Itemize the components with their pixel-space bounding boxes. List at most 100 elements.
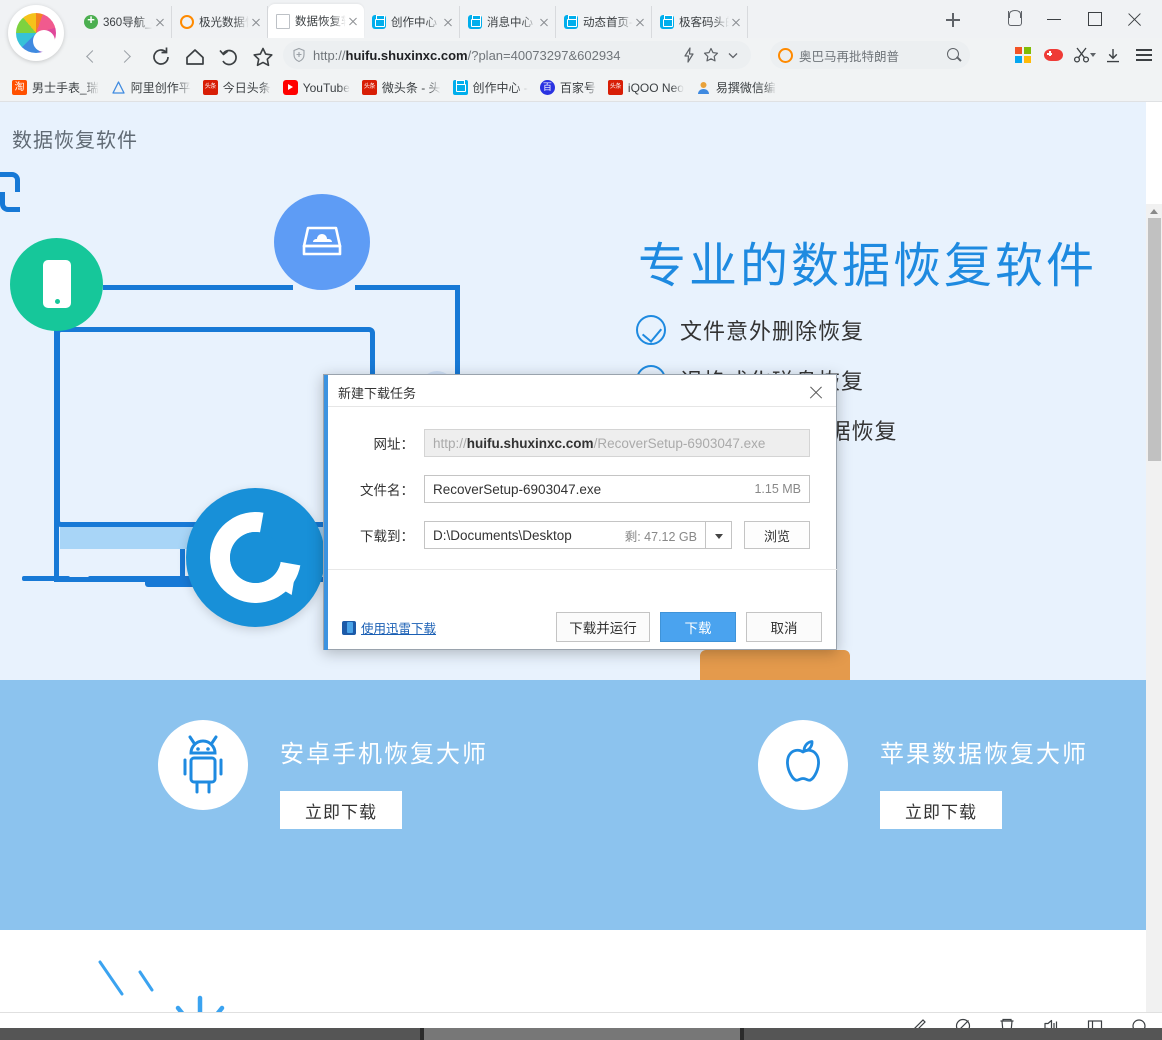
address-bar-actions (679, 45, 743, 65)
lightning-icon[interactable] (679, 45, 699, 65)
download-button[interactable]: 下载 (660, 612, 736, 642)
platform-title: 苹果数据恢复大师 (880, 734, 1088, 769)
bilibili-icon (453, 80, 468, 95)
bookmark-label: iQOO Neo (628, 81, 684, 95)
page-scrollbar[interactable] (1146, 204, 1162, 1040)
apple-icon (758, 720, 848, 810)
chevron-down-icon[interactable] (1090, 53, 1096, 57)
back-button[interactable] (78, 44, 106, 70)
bookmark-2[interactable]: 今日头条 (197, 77, 277, 99)
tab-4[interactable]: 消息中心 - 哔 (460, 6, 556, 38)
bookmark-8[interactable]: 易撰微信编 (690, 77, 782, 99)
tab-close-icon[interactable] (537, 15, 551, 29)
saveto-dropdown-button[interactable] (706, 521, 732, 549)
download-and-run-button[interactable]: 下载并运行 (556, 612, 650, 642)
toutiao-icon (203, 80, 218, 95)
search-box[interactable]: 奥巴马再批特朗普 (770, 41, 970, 69)
bookmark-label: 易撰微信编 (716, 79, 776, 96)
platform-download-button[interactable]: 立即下载 (880, 791, 1002, 829)
tab-title: 极客码头的个 (679, 14, 729, 30)
scroll-up-button[interactable] (1146, 204, 1162, 218)
site-favicon-icon (84, 15, 98, 29)
saveto-value: D:\Documents\Desktop (433, 528, 572, 543)
dialog-footer: 使用迅雷下载 下载并运行 下载 取消 (324, 604, 836, 650)
apps-grid-icon[interactable] (1008, 41, 1038, 69)
saveto-label: 下载到： (324, 525, 424, 545)
browser-chrome: 360导航_— 极光数据恢复 数据恢复软件 创作中心 - 哔 消息中心 - 哔 (0, 0, 1162, 102)
new-tab-button[interactable] (941, 9, 965, 31)
home-icon[interactable] (182, 44, 208, 70)
url-input[interactable]: http://huifu.shuxinxc.com/RecoverSetup-6… (424, 429, 810, 457)
tab-close-icon[interactable] (729, 15, 743, 29)
tab-5[interactable]: 动态首页-哔哩 (556, 6, 652, 38)
phone-badge-icon (10, 238, 103, 331)
tab-2-active[interactable]: 数据恢复软件 (268, 4, 364, 38)
filename-label: 文件名： (324, 479, 424, 499)
bookmark-3[interactable]: YouTube (277, 77, 356, 99)
toutiao-icon (608, 80, 623, 95)
maximize-button[interactable] (1074, 0, 1114, 38)
tab-close-icon[interactable] (153, 15, 167, 29)
tab-title: 360导航_— (103, 14, 153, 30)
star-icon[interactable] (250, 44, 276, 70)
saveto-input[interactable]: D:\Documents\Desktop 剩: 47.12 GB (424, 521, 706, 549)
gamepad-icon[interactable] (1038, 41, 1068, 69)
platform-download-button[interactable]: 立即下载 (280, 791, 402, 829)
close-icon[interactable] (806, 382, 826, 402)
taobao-icon (12, 80, 27, 95)
bookmark-6[interactable]: 百家号 (534, 77, 602, 99)
bookmark-star-icon[interactable] (701, 45, 721, 65)
tab-3[interactable]: 创作中心 - 哔 (364, 6, 460, 38)
menu-icon[interactable] (1128, 41, 1158, 69)
thunder-icon (342, 621, 356, 635)
bookmark-5[interactable]: 创作中心 - (447, 77, 534, 99)
close-window-button[interactable] (1114, 0, 1154, 38)
bookmark-label: YouTube (303, 81, 350, 95)
forward-button[interactable] (112, 44, 140, 70)
scissors-icon[interactable] (1068, 41, 1098, 69)
url-field-row: 网址： http://huifu.shuxinxc.com/RecoverSet… (324, 423, 836, 463)
dialog-titlebar: 新建下载任务 (324, 375, 836, 407)
reload-icon[interactable] (148, 44, 174, 70)
baijiahao-icon (540, 80, 555, 95)
tab-close-icon[interactable] (633, 15, 647, 29)
taskbar (0, 1012, 1162, 1040)
bookmarks-bar: 男士手表_瑞 阿里创作平 今日头条 YouTube 微头条 - 头 (0, 74, 1162, 102)
toolbar-actions (1008, 41, 1158, 69)
site-favicon-icon (372, 15, 386, 29)
address-bar-text: http://huifu.shuxinxc.com/?plan=40073297… (313, 48, 679, 63)
bookmark-7[interactable]: iQOO Neo (602, 77, 690, 99)
filename-input[interactable]: RecoverSetup-6903047.exe 1.15 MB (424, 475, 810, 503)
download-icon[interactable] (1098, 41, 1128, 69)
chevron-down-icon[interactable] (723, 45, 743, 65)
tab-6[interactable]: 极客码头的个 (652, 6, 748, 38)
browser-logo-icon (8, 5, 64, 61)
bookmark-0[interactable]: 男士手表_瑞 (6, 77, 105, 99)
tab-close-icon[interactable] (441, 15, 455, 29)
tab-0[interactable]: 360导航_— (76, 6, 172, 38)
bookmark-1[interactable]: 阿里创作平 (105, 77, 197, 99)
undo-icon[interactable] (216, 44, 242, 70)
search-icon[interactable] (946, 47, 962, 63)
search-input[interactable]: 奥巴马再批特朗普 (799, 46, 946, 65)
browse-button[interactable]: 浏览 (744, 521, 810, 549)
skin-icon[interactable] (994, 0, 1034, 38)
platform-card-apple: 苹果数据恢复大师 立即下载 (758, 720, 1088, 829)
thunder-download-link[interactable]: 使用迅雷下载 (342, 618, 436, 637)
address-bar[interactable]: http://huifu.shuxinxc.com/?plan=40073297… (283, 41, 751, 69)
tab-list: 360导航_— 极光数据恢复 数据恢复软件 创作中心 - 哔 消息中心 - 哔 (76, 0, 748, 38)
tab-1[interactable]: 极光数据恢复 (172, 6, 268, 38)
minimize-button[interactable] (1034, 0, 1074, 38)
hero-feature-item: 文件意外删除恢复 (636, 305, 898, 355)
taskbar-strip (0, 1028, 1162, 1040)
filename-field-row: 文件名： RecoverSetup-6903047.exe 1.15 MB (324, 469, 836, 509)
tab-close-icon[interactable] (249, 15, 263, 29)
file-size: 1.15 MB (744, 482, 801, 496)
cancel-button[interactable]: 取消 (746, 612, 822, 642)
bookmark-4[interactable]: 微头条 - 头 (356, 77, 447, 99)
scrollbar-thumb[interactable] (1148, 218, 1161, 461)
free-space-label: 剩: 47.12 GB (615, 526, 697, 545)
page-title: 数据恢复软件 (12, 124, 138, 153)
tab-close-icon[interactable] (346, 14, 360, 28)
window-controls (994, 0, 1154, 38)
